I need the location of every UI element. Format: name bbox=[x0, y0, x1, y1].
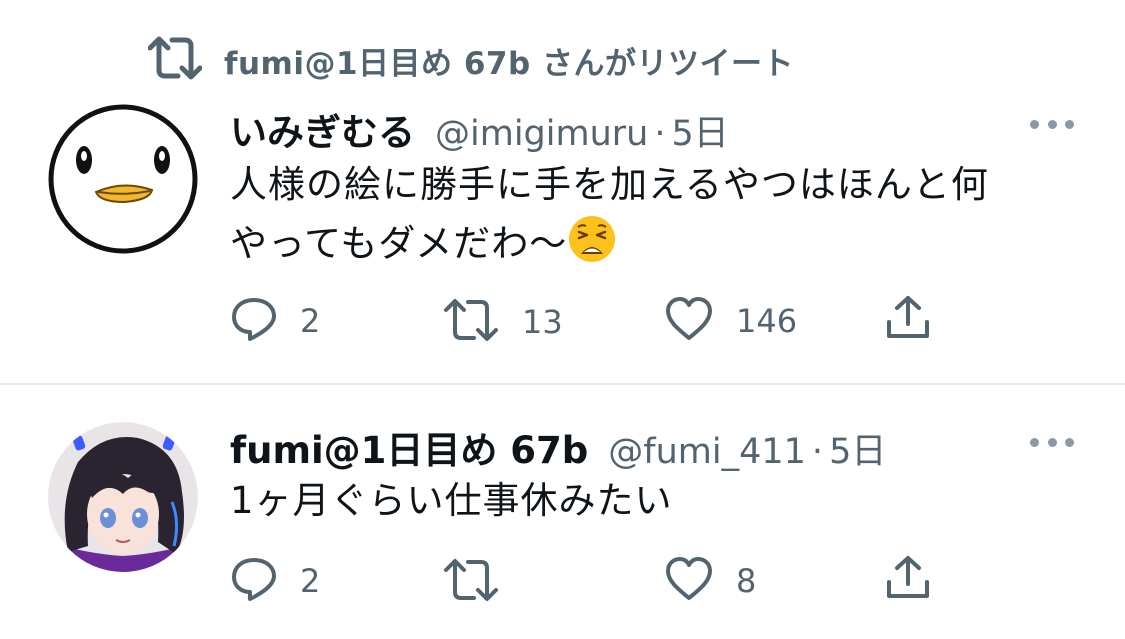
display-name[interactable]: fumi@1日目め 67b bbox=[230, 420, 588, 474]
heart-icon bbox=[664, 556, 714, 606]
reply-button[interactable]: 2 bbox=[230, 296, 320, 346]
like-count: 8 bbox=[736, 562, 757, 600]
tweet-text: 1ヶ月ぐらい仕事休みたい bbox=[230, 479, 673, 522]
tweet-timestamp[interactable]: 5日 bbox=[671, 105, 728, 156]
reply-icon bbox=[230, 296, 278, 346]
share-button[interactable] bbox=[884, 294, 932, 346]
retweet-count: 13 bbox=[522, 303, 563, 341]
retweet-button[interactable]: 13 bbox=[442, 298, 563, 346]
retweet-button[interactable] bbox=[442, 558, 522, 606]
reply-count: 2 bbox=[300, 562, 321, 600]
retweet-icon bbox=[442, 298, 500, 346]
like-button[interactable]: 146 bbox=[664, 296, 797, 346]
share-icon bbox=[884, 294, 932, 346]
separator-dot: · bbox=[811, 432, 824, 472]
display-name[interactable]: いみぎむる bbox=[230, 102, 415, 156]
tweet-divider bbox=[0, 383, 1125, 385]
separator-dot: · bbox=[654, 114, 666, 154]
share-button[interactable] bbox=[884, 554, 932, 606]
user-handle[interactable]: @fumi_411 bbox=[608, 432, 806, 472]
avatar[interactable] bbox=[48, 422, 198, 572]
more-options-icon[interactable] bbox=[1030, 114, 1074, 134]
retweet-icon bbox=[147, 36, 203, 84]
heart-icon bbox=[664, 296, 714, 346]
tweet-header: fumi@1日目め 67b @fumi_411 · 5日 bbox=[230, 420, 886, 474]
retweet-banner[interactable]: fumi@1日目め 67b さんがリツイート bbox=[147, 36, 794, 84]
more-options-icon[interactable] bbox=[1030, 432, 1074, 452]
tweet-timestamp[interactable]: 5日 bbox=[829, 423, 886, 474]
reply-count: 2 bbox=[300, 302, 321, 340]
tweet-text: 人様の絵に勝手に手を加えるやつはほんと何 やってもダメだわ〜 bbox=[230, 163, 989, 265]
retweet-icon bbox=[442, 558, 500, 606]
weary-face-emoji bbox=[567, 214, 617, 264]
reply-button[interactable]: 2 bbox=[230, 556, 320, 606]
like-button[interactable]: 8 bbox=[664, 556, 756, 606]
tweet-header: いみぎむる @imigimuru · 5日 bbox=[230, 102, 729, 156]
avatar[interactable] bbox=[48, 104, 198, 254]
user-handle[interactable]: @imigimuru bbox=[435, 114, 648, 154]
retweet-banner-label: fumi@1日目め 67b さんがリツイート bbox=[224, 45, 794, 82]
share-icon bbox=[884, 554, 932, 606]
reply-icon bbox=[230, 556, 278, 606]
like-count: 146 bbox=[736, 302, 798, 340]
